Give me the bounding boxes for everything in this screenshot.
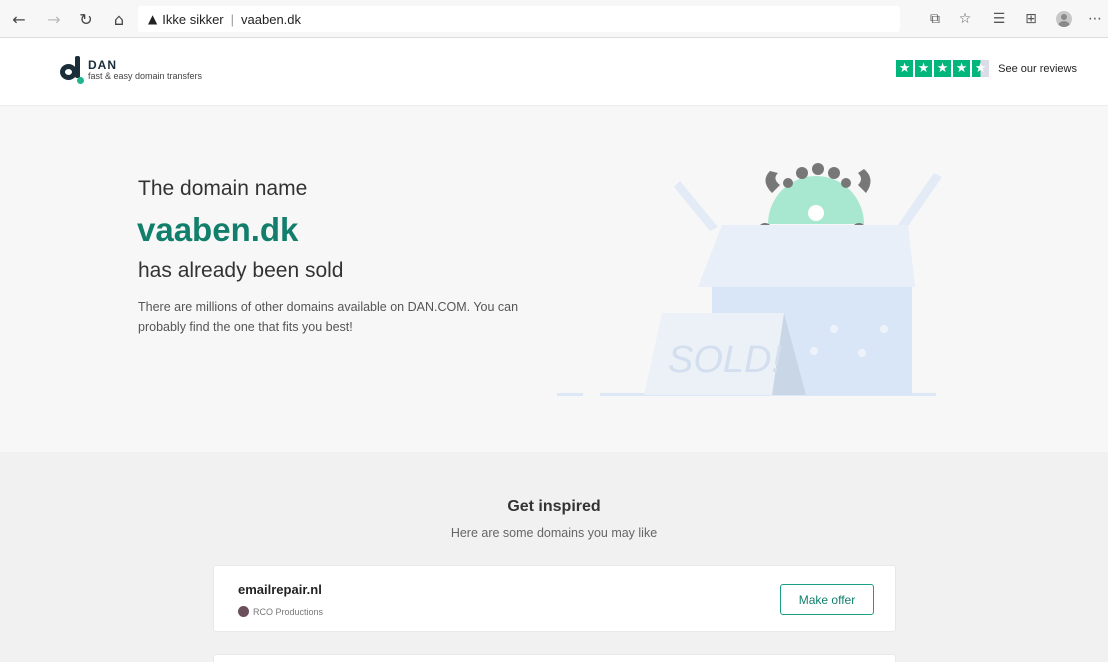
rating-star-icon: ★: [915, 60, 933, 77]
dan-logo-icon: [60, 56, 84, 84]
dan-logo[interactable]: DAN fast & easy domain transfers: [60, 56, 202, 84]
address-separator: |: [230, 11, 235, 27]
more-menu-icon[interactable]: ⋯: [1084, 9, 1106, 29]
browser-toolbar: ← → ↻ ⌂ ▲ Ikke sikker | vaaben.dk ⧉ ☆ ☰ …: [0, 0, 1108, 38]
domain-card[interactable]: [213, 654, 896, 662]
forward-icon[interactable]: →: [44, 9, 64, 29]
reviews-label: See our reviews: [998, 62, 1077, 75]
profile-icon[interactable]: [1053, 9, 1075, 29]
address-bar[interactable]: ▲ Ikke sikker | vaaben.dk: [138, 6, 900, 32]
translate-icon[interactable]: ⧉: [924, 9, 946, 29]
rating-star-icon: ★: [953, 60, 971, 77]
rating-half-star-icon: ★: [972, 60, 990, 77]
home-icon[interactable]: ⌂: [109, 9, 129, 29]
hero-post-text: has already been sold: [138, 259, 344, 282]
hero-description: There are millions of other domains avai…: [138, 300, 519, 334]
refresh-icon[interactable]: ↻: [76, 9, 96, 29]
rating-star-icon: ★: [896, 60, 914, 77]
reviews-link[interactable]: ★ ★ ★ ★ ★ See our reviews: [896, 60, 1077, 77]
sold-domain-name: vaaben.dk: [137, 211, 299, 248]
collections-icon[interactable]: ⊞: [1020, 9, 1042, 29]
warning-icon: ▲: [148, 12, 158, 26]
domain-card[interactable]: emailrepair.nl RCO Productions Make offe…: [213, 565, 896, 632]
hero-pre-text: The domain name: [138, 177, 308, 200]
sold-box-illustration: SOLD!: [557, 163, 942, 396]
security-warning-label: Ikke sikker: [162, 11, 224, 27]
url-text: vaaben.dk: [241, 11, 302, 27]
inspire-subtitle: Here are some domains you may like: [450, 526, 658, 540]
hero-section: The domain name vaaben.dk has already be…: [0, 107, 1108, 452]
profile-avatar: [1056, 11, 1072, 27]
rating-star-icon: ★: [934, 60, 952, 77]
card-domain-name[interactable]: emailrepair.nl: [238, 582, 322, 597]
favorite-star-icon[interactable]: ☆: [954, 9, 976, 29]
favorites-list-icon[interactable]: ☰: [988, 9, 1010, 29]
seller-name: RCO Productions: [253, 606, 324, 617]
sold-sign-text: SOLD!: [668, 339, 782, 381]
brand-name: DAN: [88, 57, 117, 72]
seller-avatar: [238, 606, 249, 617]
make-offer-button[interactable]: Make offer: [780, 584, 874, 615]
inspire-title: Get inspired: [507, 498, 601, 515]
brand-tagline: fast & easy domain transfers: [88, 70, 203, 81]
site-header: DAN fast & easy domain transfers ★ ★ ★ ★…: [0, 38, 1108, 106]
card-seller: RCO Productions: [238, 606, 323, 617]
back-icon[interactable]: ←: [9, 9, 29, 29]
inspire-section: Get inspired Here are some domains you m…: [0, 452, 1108, 662]
